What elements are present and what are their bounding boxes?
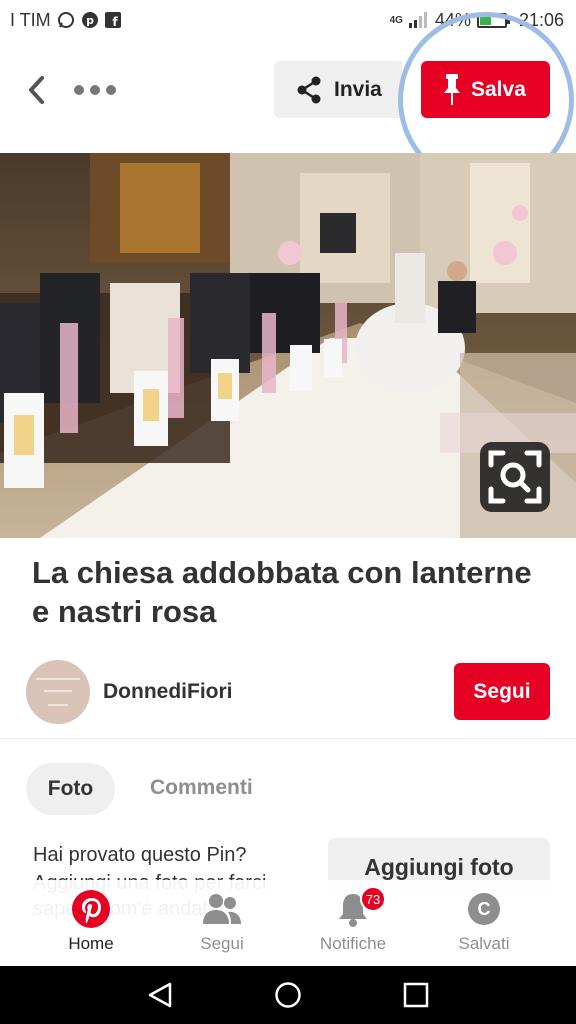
pin-icon — [444, 73, 460, 105]
signal-icon — [408, 12, 429, 28]
bottom-navigation: Home Segui 73 Notifiche C Salvati — [0, 880, 576, 966]
profile-letter: C — [478, 899, 491, 919]
back-button[interactable] — [18, 70, 54, 110]
pin-action-bar: Invia Salva — [0, 12, 576, 188]
triangle-back-icon — [148, 982, 172, 1008]
nav-home-label: Home — [68, 934, 114, 953]
carrier-label: I TIM — [10, 9, 51, 30]
people-icon — [203, 894, 241, 924]
notification-badge: 73 — [360, 886, 386, 912]
visual-search-button[interactable] — [480, 442, 550, 512]
save-button[interactable]: Salva — [421, 61, 550, 118]
divider — [0, 738, 576, 739]
chevron-left-icon — [29, 76, 44, 104]
circle-home-icon — [275, 982, 301, 1008]
nav-segui-label: Segui — [200, 934, 244, 953]
square-recents-icon — [403, 982, 429, 1008]
author-name[interactable]: DonnediFiori — [103, 680, 233, 704]
tab-foto[interactable]: Foto — [26, 763, 115, 815]
network-type: 4G — [389, 14, 403, 26]
pin-title: La chiesa addobbata con lanterne e nastr… — [32, 555, 532, 629]
tried-question: Hai provato questo Pin? — [33, 844, 247, 866]
svg-text:f: f — [112, 15, 118, 28]
pinterest-notification-icon: p — [81, 11, 99, 29]
lens-search-icon — [488, 450, 542, 504]
share-icon — [297, 76, 321, 103]
author-avatar[interactable] — [26, 660, 90, 724]
system-navigation-bar — [0, 966, 576, 1024]
system-recents-button[interactable] — [401, 980, 431, 1010]
nav-notifiche[interactable]: 73 Notifiche — [288, 880, 418, 966]
whatsapp-icon — [57, 11, 75, 29]
system-home-button[interactable] — [273, 980, 303, 1010]
save-label: Salva — [471, 77, 526, 101]
nav-notifiche-label: Notifiche — [319, 934, 387, 953]
svg-text:p: p — [86, 14, 94, 27]
more-options-button[interactable] — [70, 72, 120, 108]
profile-avatar-icon: C — [468, 893, 500, 925]
pinterest-logo-icon — [72, 890, 110, 928]
nav-segui[interactable]: Segui — [157, 880, 287, 966]
follow-button[interactable]: Segui — [454, 663, 550, 720]
more-dots-icon — [74, 85, 116, 95]
nav-salvati-label: Salvati — [458, 934, 510, 953]
tab-commenti[interactable]: Commenti — [150, 776, 253, 800]
nav-home[interactable]: Home — [26, 880, 156, 966]
share-button[interactable]: Invia — [274, 61, 402, 118]
system-back-button[interactable] — [145, 980, 175, 1010]
share-label: Invia — [334, 77, 382, 101]
nav-salvati[interactable]: C Salvati — [419, 880, 549, 966]
facebook-icon: f — [104, 12, 121, 28]
